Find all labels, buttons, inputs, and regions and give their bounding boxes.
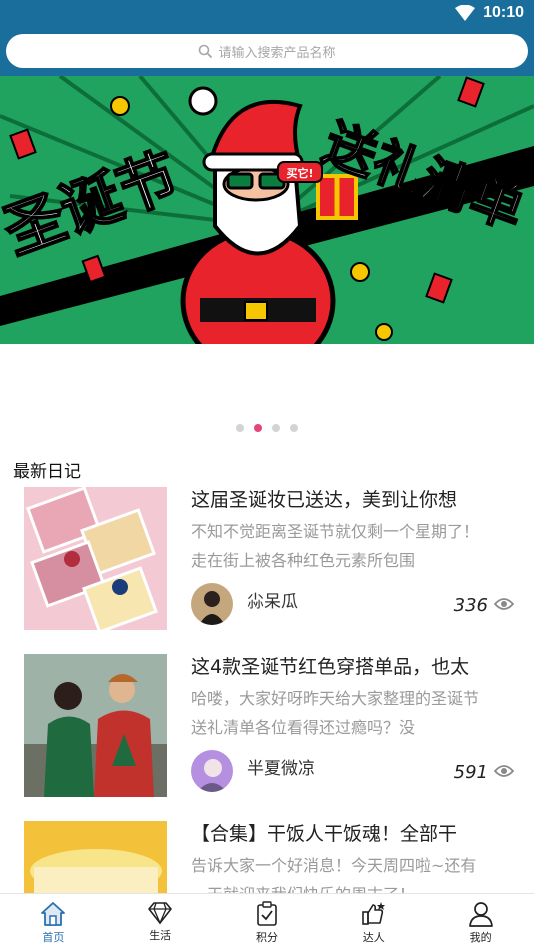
search-input[interactable]: 请输入搜索产品名称: [6, 34, 528, 68]
diamond-icon: [148, 902, 172, 925]
carousel-indicator: [0, 424, 534, 434]
promo-banner[interactable]: 买它! 圣诞节 送礼清单: [0, 76, 534, 344]
article-title[interactable]: 【合集】干饭人干饭魂！全部干: [191, 821, 509, 847]
tab-points[interactable]: 积分: [214, 894, 321, 949]
carousel-dot[interactable]: [272, 424, 280, 432]
author-name[interactable]: 尛呆瓜: [247, 587, 298, 612]
clipboard-check-icon: [257, 901, 277, 926]
eye-icon: [494, 598, 514, 610]
tab-label: 积分: [255, 931, 278, 944]
bottom-tab-bar: 首页 生活 积分 达人 我的: [0, 893, 534, 949]
avatar[interactable]: [191, 750, 233, 792]
search-header: 请输入搜索产品名称: [0, 30, 534, 76]
avatar[interactable]: [191, 583, 233, 625]
article-title[interactable]: 这4款圣诞节红色穿搭单品，也太: [191, 654, 509, 680]
article-thumbnail: [24, 821, 167, 893]
article-thumbnail: [24, 487, 167, 630]
tab-life[interactable]: 生活: [107, 894, 214, 949]
author-name[interactable]: 半夏微凉: [247, 754, 315, 779]
eye-icon: [494, 765, 514, 777]
person-icon: [468, 902, 493, 927]
search-placeholder: 请输入搜索产品名称: [218, 45, 336, 61]
article-description: 告诉大家一个好消息！今天周四啦~还有一天就迎来我们快乐的周末了！: [191, 856, 477, 893]
banner-bubble-text: 买它!: [286, 166, 313, 180]
home-icon: [41, 902, 66, 926]
article-description: 不知不觉距离圣诞节就仅剩一个星期了！走在街上被各种红色元素所包围: [191, 522, 480, 570]
tab-label: 生活: [149, 929, 172, 942]
article-description: 哈喽，大家好呀昨天给大家整理的圣诞节送礼清单各位看得还过瘾吗？没: [191, 689, 480, 737]
carousel-dot-active[interactable]: [254, 424, 262, 432]
article-thumbnail: [24, 654, 167, 797]
tab-label: 首页: [42, 931, 65, 944]
banner-illustration: 买它! 圣诞节 送礼清单: [0, 76, 534, 344]
tab-experts[interactable]: 达人: [320, 894, 427, 949]
article-item[interactable]: 这4款圣诞节红色穿搭单品，也太 哈喽，大家好呀昨天给大家整理的圣诞节送礼清单各位…: [0, 654, 534, 804]
article-item[interactable]: 这届圣诞妆已送达，美到让你想 不知不觉距离圣诞节就仅剩一个星期了！走在街上被各种…: [0, 487, 534, 637]
section-title: 最新日记: [13, 462, 81, 482]
status-right: 10:10: [455, 4, 524, 22]
status-time: 10:10: [483, 4, 524, 21]
tab-label: 我的: [469, 931, 492, 944]
tab-mine[interactable]: 我的: [427, 894, 534, 949]
article-item[interactable]: 【合集】干饭人干饭魂！全部干 告诉大家一个好消息！今天周四啦~还有一天就迎来我们…: [0, 821, 534, 893]
view-count: 336: [453, 595, 488, 616]
article-title[interactable]: 这届圣诞妆已送达，美到让你想: [191, 487, 509, 513]
carousel-dot[interactable]: [236, 424, 244, 432]
tab-label: 达人: [362, 931, 385, 944]
tab-home[interactable]: 首页: [0, 894, 107, 949]
wifi-icon: [455, 5, 476, 21]
carousel-dot[interactable]: [290, 424, 298, 432]
search-icon: [199, 44, 213, 58]
view-count: 591: [453, 762, 488, 783]
thumbs-up-icon: [361, 902, 385, 925]
status-bar: 10:10: [0, 0, 534, 30]
